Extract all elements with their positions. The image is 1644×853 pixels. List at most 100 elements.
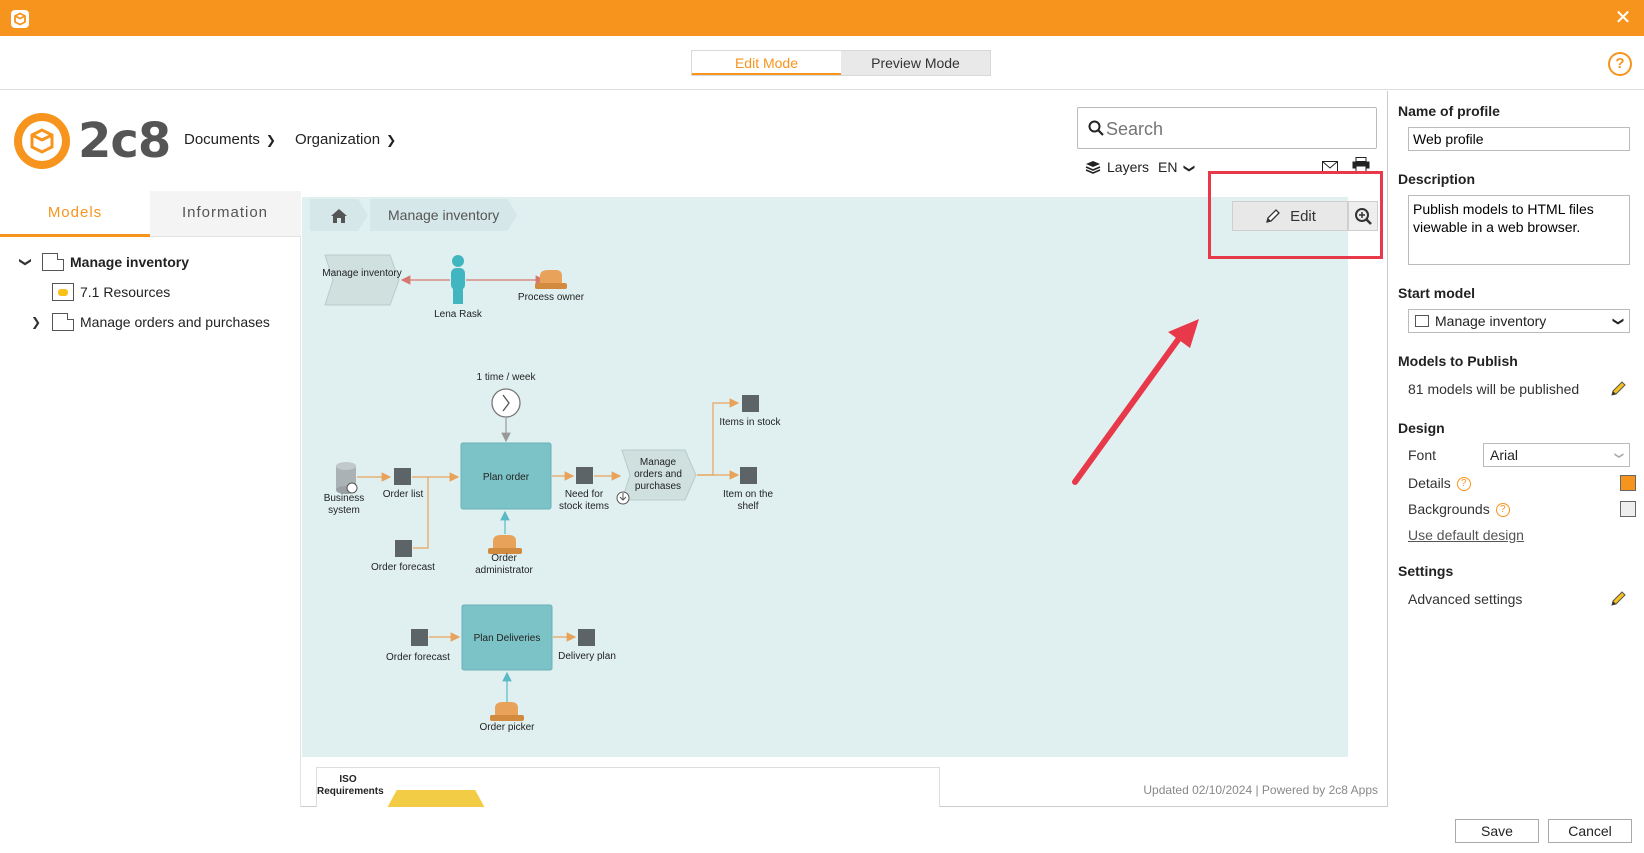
- close-icon[interactable]: ✕: [1612, 7, 1634, 29]
- tab-preview-mode[interactable]: Preview Mode: [841, 51, 990, 75]
- logo-text: 2c8: [78, 113, 171, 169]
- dialog-footer: Save Cancel: [0, 807, 1644, 853]
- document-icon: [52, 313, 74, 331]
- layers-button[interactable]: Layers: [1085, 159, 1149, 175]
- info-object-delivery-plan[interactable]: [578, 629, 595, 646]
- nav-organization[interactable]: Organization ❯: [295, 131, 396, 148]
- backgrounds-color-swatch[interactable]: [1620, 501, 1636, 517]
- clock-icon[interactable]: [491, 388, 521, 418]
- help-icon[interactable]: ?: [1456, 477, 1471, 492]
- profile-name-input[interactable]: [1408, 127, 1630, 151]
- diagram-label: Manage: [640, 457, 677, 468]
- tab-edit-mode[interactable]: Edit Mode: [692, 51, 841, 75]
- iso-requirements[interactable]: ISO Requirements: [316, 767, 940, 808]
- info-object-items-stock[interactable]: [742, 395, 759, 412]
- diagram-label: administrator: [475, 565, 533, 576]
- start-model-value: Manage inventory: [1435, 313, 1547, 329]
- document-icon: [1415, 315, 1429, 327]
- description-textarea[interactable]: Publish models to HTML files viewable in…: [1408, 195, 1630, 265]
- advanced-settings-text: Advanced settings: [1408, 591, 1523, 607]
- info-object-order-list[interactable]: [394, 468, 411, 485]
- tree-item-resources[interactable]: 7.1 Resources: [0, 277, 301, 307]
- tree-item-label: Manage orders and purchases: [80, 314, 270, 330]
- diagram-label: Item on the: [723, 489, 773, 500]
- pencil-icon[interactable]: [1610, 589, 1628, 607]
- search-box: [1077, 107, 1377, 149]
- iso-label: ISO Requirements: [317, 774, 384, 797]
- chevron-down-icon: ❯: [1614, 451, 1625, 459]
- info-object-need-stock[interactable]: [576, 467, 593, 484]
- diagram-label: Delivery plan: [558, 651, 616, 662]
- tree-item-manage-orders[interactable]: ❯ Manage orders and purchases: [0, 307, 301, 337]
- diagram-label: system: [328, 505, 360, 516]
- save-button[interactable]: Save: [1455, 819, 1539, 843]
- chevron-down-icon: ❯: [1183, 163, 1196, 174]
- settings-label: Settings: [1398, 563, 1454, 579]
- diagram-label: Business: [324, 493, 365, 504]
- breadcrumb: Manage inventory: [310, 199, 519, 231]
- app-logo-icon: [11, 10, 29, 28]
- diagram-label: Manage inventory: [322, 268, 402, 279]
- database-icon[interactable]: [336, 462, 358, 494]
- backgrounds-label: Backgrounds: [1408, 501, 1490, 517]
- nav-documents[interactable]: Documents ❯: [184, 131, 276, 148]
- language-select[interactable]: EN ❯: [1158, 159, 1195, 175]
- start-model-label: Start model: [1398, 285, 1476, 301]
- site-header: 2c8 Documents ❯ Organization ❯ Search La…: [0, 91, 1388, 191]
- diagram-label: purchases: [635, 481, 681, 492]
- diagram-label: stock items: [559, 501, 609, 512]
- process-arrow-manage-inventory[interactable]: [324, 254, 400, 306]
- cancel-button[interactable]: Cancel: [1548, 819, 1632, 843]
- tab-models[interactable]: Models: [0, 191, 150, 237]
- expand-icon[interactable]: [616, 491, 630, 505]
- breadcrumb-home[interactable]: [310, 199, 368, 231]
- mode-bar: Edit Mode Preview Mode ?: [0, 36, 1644, 90]
- backgrounds-row: Backgrounds?: [1408, 501, 1510, 518]
- chevron-down-icon: ❯: [1611, 316, 1624, 326]
- help-icon[interactable]: ?: [1495, 503, 1510, 518]
- left-panel-tabs: Models Information: [0, 191, 301, 237]
- diagram-label: Order forecast: [386, 652, 450, 663]
- diagram-label: orders and: [634, 469, 682, 480]
- pencil-icon[interactable]: [1610, 379, 1628, 397]
- font-select[interactable]: Arial ❯: [1483, 443, 1630, 467]
- models-panel: Models Information ❯ Manage inventory 7.…: [0, 191, 301, 807]
- language-label: EN: [1158, 159, 1178, 175]
- details-label: Details: [1408, 475, 1451, 491]
- diagram-label: Plan Deliveries: [474, 633, 541, 644]
- nav-documents-label: Documents: [184, 131, 260, 148]
- start-model-select[interactable]: Manage inventory ❯: [1408, 309, 1630, 333]
- app-window: ✕ Edit Mode Preview Mode ? 2c8 Documents…: [0, 0, 1644, 853]
- diagram-label: Order forecast: [371, 562, 435, 573]
- name-of-profile-label: Name of profile: [1398, 103, 1500, 119]
- details-row: Details?: [1408, 475, 1471, 492]
- help-icon[interactable]: ?: [1608, 52, 1632, 76]
- use-default-design-link[interactable]: Use default design: [1408, 527, 1524, 543]
- iso-shape: [387, 790, 485, 808]
- updated-text: Updated 02/10/2024 | Powered by 2c8 Apps: [1143, 783, 1378, 797]
- person-icon[interactable]: [451, 255, 465, 304]
- chevron-down-icon: ❯: [386, 133, 397, 147]
- description-label: Description: [1398, 171, 1476, 187]
- breadcrumb-current[interactable]: Manage inventory: [370, 199, 517, 231]
- diagram-label: Plan order: [483, 472, 530, 483]
- layers-icon: [1085, 161, 1101, 174]
- diagram-label: Order: [491, 553, 517, 564]
- resources-icon: [52, 283, 74, 301]
- tab-information[interactable]: Information: [150, 191, 300, 237]
- highlight-box: [1208, 171, 1383, 259]
- info-object-item-shelf[interactable]: [740, 467, 757, 484]
- mode-tabs: Edit Mode Preview Mode: [691, 50, 991, 76]
- search-input[interactable]: [1106, 116, 1366, 142]
- title-bar: ✕: [0, 0, 1644, 36]
- chevron-right-icon[interactable]: ❯: [28, 315, 44, 329]
- layers-label: Layers: [1107, 159, 1150, 175]
- info-object-order-forecast[interactable]: [395, 540, 412, 557]
- details-color-swatch[interactable]: [1620, 475, 1636, 491]
- models-to-publish-label: Models to Publish: [1398, 353, 1518, 369]
- diagram-label: shelf: [737, 501, 758, 512]
- profile-panel: Name of profile Description Publish mode…: [1390, 91, 1644, 807]
- tree-item-manage-inventory[interactable]: ❯ Manage inventory: [0, 247, 301, 277]
- chevron-down-icon[interactable]: ❯: [19, 254, 33, 270]
- info-object-order-forecast-2[interactable]: [411, 629, 428, 646]
